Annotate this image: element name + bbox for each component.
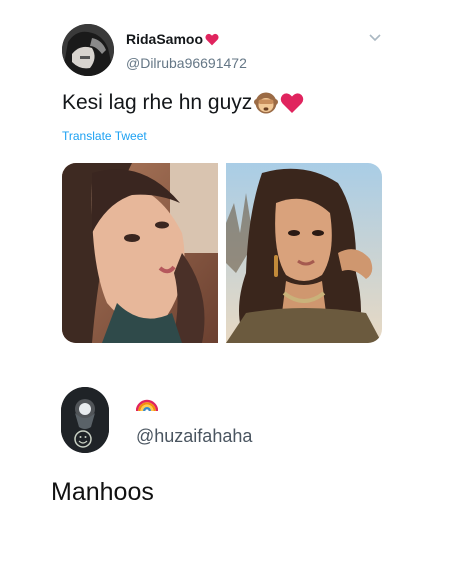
display-name-text[interactable]: RidaSamoo xyxy=(126,31,203,47)
heart-emoji-icon xyxy=(281,93,304,113)
translate-tweet-link[interactable]: Translate Tweet xyxy=(62,129,147,143)
tweet-text-content: Kesi lag rhe hn guyz xyxy=(62,91,253,114)
reply-text: Manhoos xyxy=(51,478,154,506)
tweet-photo-2[interactable] xyxy=(226,163,382,343)
user-avatar[interactable] xyxy=(62,24,114,76)
tweet-media xyxy=(62,163,382,343)
user-handle[interactable]: @Dilruba96691472 xyxy=(126,55,247,71)
tweet-text: Kesi lag rhe hn guyz xyxy=(62,91,304,115)
heart-emoji-icon xyxy=(205,33,219,45)
reply-user-handle[interactable]: @huzaifahaha xyxy=(136,426,252,447)
display-name[interactable]: RidaSamoo xyxy=(126,31,219,47)
monkey-emoji-icon xyxy=(254,92,279,114)
reply-user-avatar[interactable] xyxy=(61,387,109,453)
rainbow-emoji-icon xyxy=(136,399,158,412)
chevron-down-icon[interactable] xyxy=(368,33,382,43)
tweet-photo-1[interactable] xyxy=(62,163,218,343)
